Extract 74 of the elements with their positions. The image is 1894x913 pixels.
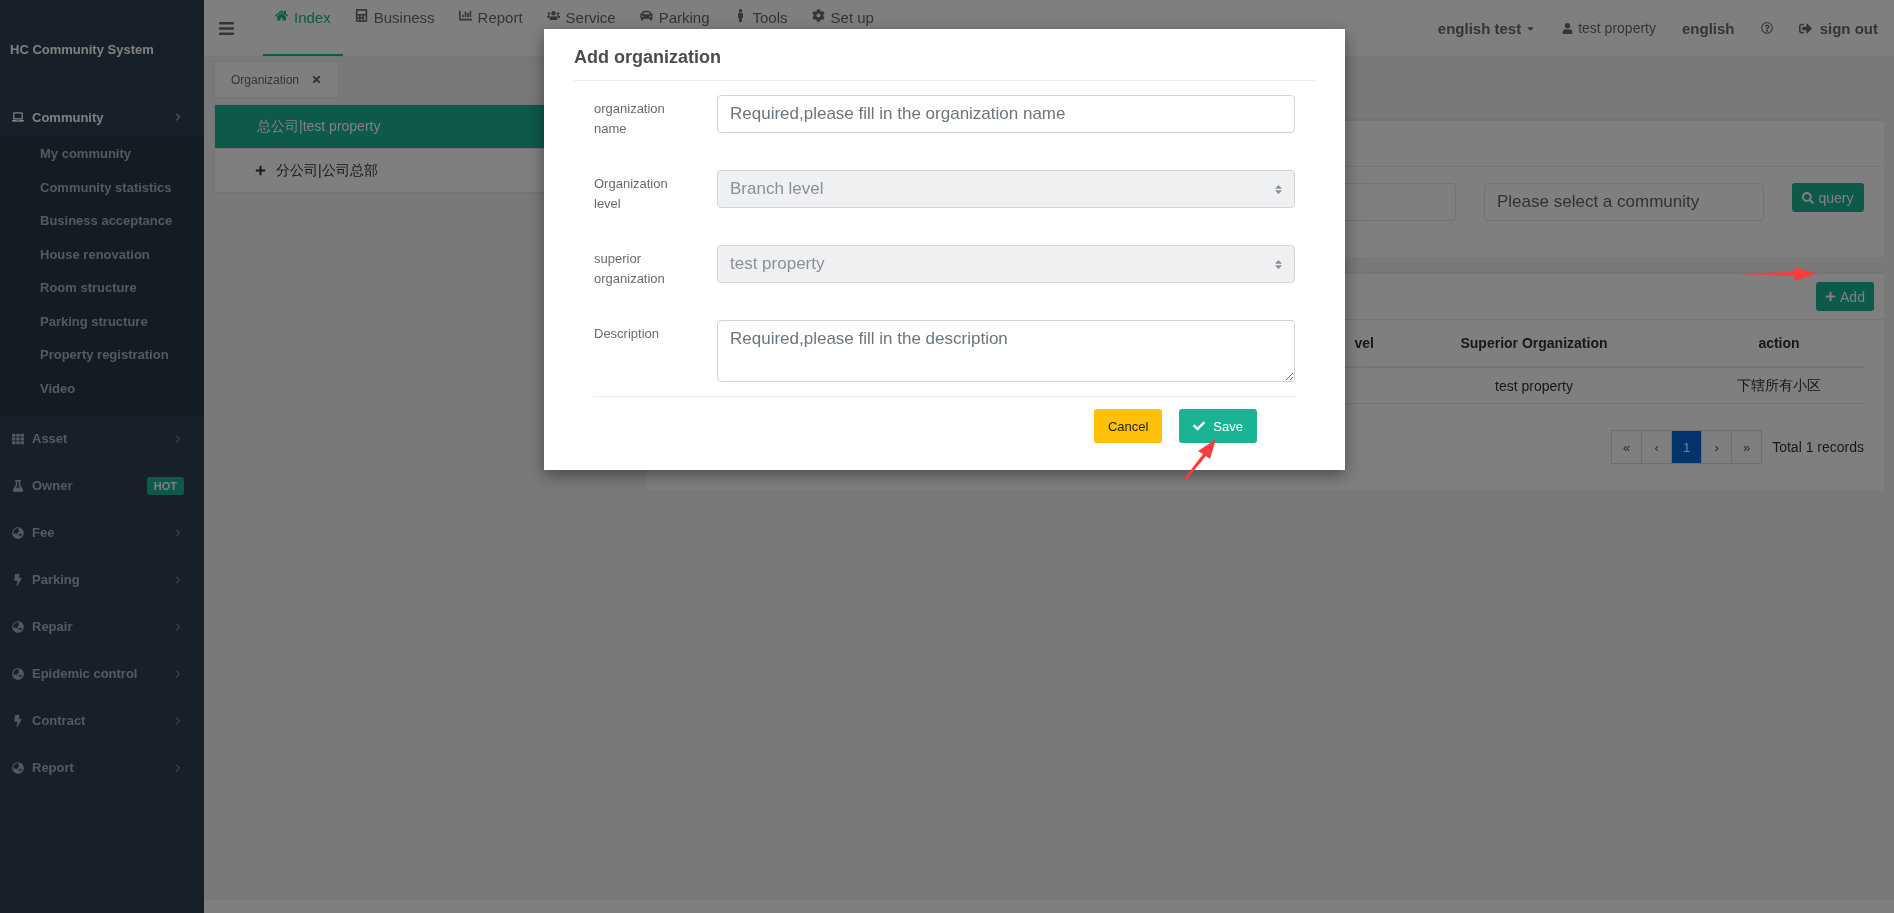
field-label: Description (594, 325, 661, 343)
grid-icon (12, 432, 24, 445)
plus-icon[interactable] (255, 165, 266, 176)
nav-tab[interactable]: Business (342, 0, 447, 56)
table-cell-text: test property (1494, 377, 1574, 394)
settings-icon (811, 9, 825, 22)
user-icon (1562, 22, 1574, 34)
submenu-item[interactable]: Room structure (0, 271, 204, 305)
field-label: superior organization (594, 250, 666, 288)
hot-badge: HOT (146, 476, 184, 495)
bar-chart-icon (458, 9, 472, 22)
page-button[interactable]: » (1731, 430, 1763, 464)
sidebar-item[interactable]: Repair (0, 603, 204, 650)
save-button[interactable]: Save (1179, 409, 1257, 443)
search-icon (1802, 191, 1815, 204)
submenu-item[interactable]: Parking structure (0, 304, 204, 338)
flask-icon (12, 479, 24, 492)
sidebar-item[interactable]: Parking (0, 556, 204, 603)
calculator-icon (354, 9, 368, 22)
globe-icon (12, 526, 24, 539)
menu-icon[interactable] (218, 19, 235, 37)
page-tab[interactable]: Organization (214, 61, 340, 97)
sidebar-item[interactable]: Contract (0, 697, 204, 744)
lightning-icon (12, 573, 24, 586)
globe-icon (12, 761, 24, 774)
input-field[interactable]: Required,please fill in the organization name (717, 95, 1295, 133)
submenu-item[interactable]: Business acceptance (0, 204, 204, 238)
sign-out-icon (1798, 21, 1812, 35)
sidebar-item[interactable]: Owner HOT (0, 462, 204, 509)
globe-icon (12, 667, 24, 680)
sign-out-link[interactable]: sign out (1798, 19, 1878, 37)
car-icon (639, 9, 653, 22)
sidebar-item[interactable]: Report (0, 744, 204, 791)
submenu-item[interactable]: Video (0, 371, 204, 405)
submenu-item[interactable]: My community (0, 137, 204, 171)
user-menu[interactable]: english test (1437, 19, 1537, 37)
textarea-field[interactable]: Required,please fill in the description (717, 320, 1295, 382)
plus-icon (1825, 291, 1837, 302)
sidebar-item[interactable]: Community (0, 97, 204, 137)
property-link[interactable]: test property (1562, 20, 1656, 36)
column-header: Superior Organization (1459, 335, 1609, 351)
submenu-item[interactable]: Property registration (0, 338, 204, 372)
query-button[interactable]: query (1792, 183, 1864, 212)
laptop-icon (12, 111, 24, 123)
close-icon[interactable] (311, 74, 323, 85)
nav-tab[interactable]: Report (446, 0, 535, 56)
total-records: Total 1 records (1772, 439, 1864, 455)
page-button[interactable]: « (1611, 430, 1643, 464)
sidebar-item[interactable]: Fee (0, 509, 204, 556)
submenu-item[interactable]: House renovation (0, 237, 204, 271)
language-link[interactable]: english (1682, 19, 1735, 37)
column-header: action (1757, 335, 1801, 351)
community-select[interactable]: Please select a community (1484, 183, 1764, 221)
sort-icon (1273, 183, 1284, 195)
page-button[interactable]: 1 (1671, 430, 1703, 464)
page-button[interactable]: › (1701, 430, 1733, 464)
column-header: vel (1353, 335, 1374, 351)
lightning-icon (12, 714, 24, 727)
submenu-item[interactable]: Community statistics (0, 170, 204, 204)
help-icon[interactable] (1760, 22, 1773, 34)
globe-icon (12, 620, 24, 633)
check-icon (1193, 420, 1206, 432)
brand-title: HC Community System (9, 41, 155, 59)
modal-title: Add organization (574, 47, 1315, 81)
sort-icon (1273, 258, 1284, 270)
users-icon (546, 9, 560, 22)
sidebar-item[interactable]: Asset (0, 415, 204, 462)
table-cell-text: 下辖所有小区 (1736, 376, 1822, 395)
home-icon (275, 9, 288, 22)
sidebar-item[interactable]: Epidemic control (0, 650, 204, 697)
page-button[interactable]: ‹ (1641, 430, 1673, 464)
add-button[interactable]: Add (1816, 282, 1874, 311)
cancel-button[interactable]: Cancel (1093, 409, 1163, 443)
arrow-annotation (1183, 438, 1217, 480)
